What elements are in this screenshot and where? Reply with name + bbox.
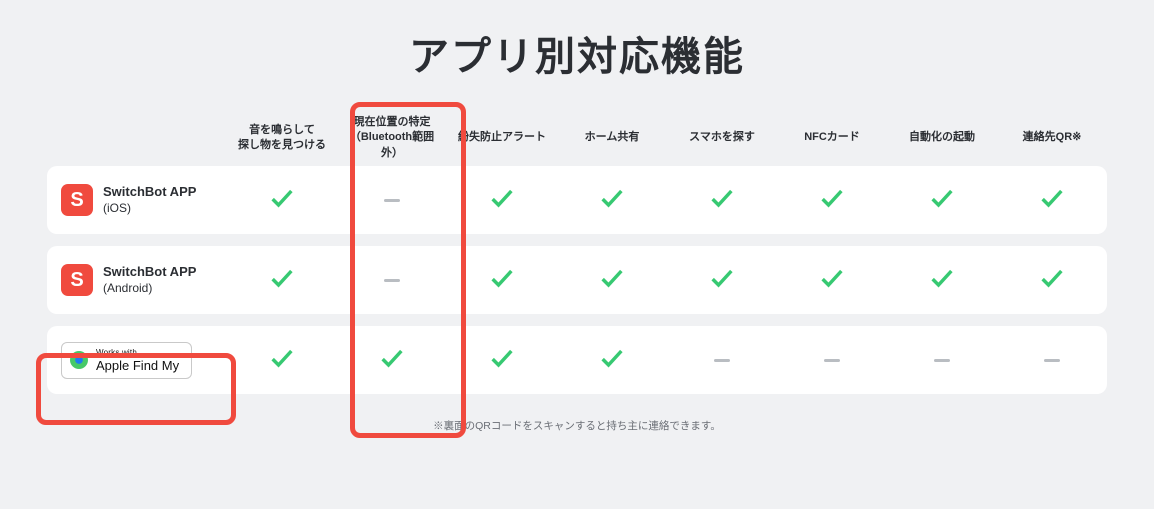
check-icon: [598, 184, 626, 217]
check-icon: [378, 344, 406, 377]
feature-cell: [227, 246, 337, 314]
feature-cell: [667, 246, 777, 314]
check-icon: [818, 184, 846, 217]
dash-icon: [714, 359, 730, 362]
page-title: アプリ別対応機能: [0, 0, 1154, 82]
dash-icon: [384, 199, 400, 202]
feature-cell: [557, 246, 667, 314]
feature-cell: [227, 166, 337, 234]
check-icon: [598, 264, 626, 297]
check-icon: [488, 344, 516, 377]
check-icon: [268, 344, 296, 377]
dash-icon: [384, 279, 400, 282]
check-icon: [268, 264, 296, 297]
feature-cell: [777, 326, 887, 394]
app-cell: S SwitchBot APP(iOS): [47, 166, 227, 234]
feature-cell: [997, 326, 1107, 394]
check-icon: [928, 264, 956, 297]
check-icon: [928, 184, 956, 217]
feature-cell: [557, 166, 667, 234]
apple-findmy-badge: Works with Apple Find My: [61, 342, 192, 379]
check-icon: [488, 264, 516, 297]
feature-cell: [997, 246, 1107, 314]
column-header: 連絡先QR※: [997, 110, 1107, 166]
feature-cell: [447, 166, 557, 234]
findmy-icon: [70, 351, 88, 369]
feature-cell: [227, 326, 337, 394]
findmy-works-label: Works with: [96, 349, 179, 357]
check-icon: [708, 184, 736, 217]
check-icon: [1038, 264, 1066, 297]
feature-cell: [777, 166, 887, 234]
feature-cell: [557, 326, 667, 394]
feature-cell: [667, 166, 777, 234]
column-header-empty: [47, 110, 227, 166]
check-icon: [598, 344, 626, 377]
switchbot-app-icon: S: [61, 184, 93, 216]
dash-icon: [824, 359, 840, 362]
findmy-text: Works with Apple Find My: [96, 349, 179, 372]
feature-cell: [667, 326, 777, 394]
icon-letter: S: [70, 189, 83, 212]
findmy-main-label: Apple Find My: [96, 359, 179, 372]
comparison-table: 音を鳴らして 探し物を見つける現在位置の特定 （Bluetooth範囲 外）紛失…: [47, 110, 1107, 406]
feature-cell: [337, 166, 447, 234]
feature-cell: [447, 326, 557, 394]
column-header: 自動化の起動: [887, 110, 997, 166]
column-header: 音を鳴らして 探し物を見つける: [227, 110, 337, 166]
icon-letter: S: [70, 269, 83, 292]
app-name: SwitchBot APP: [103, 184, 196, 200]
app-cell: S SwitchBot APP(Android): [47, 246, 227, 314]
column-header: 現在位置の特定 （Bluetooth範囲 外）: [337, 110, 447, 166]
feature-cell: [997, 166, 1107, 234]
column-header: ホーム共有: [557, 110, 667, 166]
app-cell: Works with Apple Find My: [47, 326, 227, 394]
check-icon: [1038, 184, 1066, 217]
switchbot-app-icon: S: [61, 264, 93, 296]
feature-cell: [447, 246, 557, 314]
feature-cell: [887, 326, 997, 394]
app-sub: (iOS): [103, 201, 196, 216]
dash-icon: [934, 359, 950, 362]
app-label: SwitchBot APP(iOS): [103, 184, 196, 215]
check-icon: [708, 264, 736, 297]
footnote: ※裏面のQRコードをスキャンすると持ち主に連絡できます。: [0, 418, 1154, 433]
column-header: 紛失防止アラート: [447, 110, 557, 166]
dash-icon: [1044, 359, 1060, 362]
feature-cell: [337, 246, 447, 314]
check-icon: [268, 184, 296, 217]
app-name: SwitchBot APP: [103, 264, 196, 280]
column-header: スマホを探す: [667, 110, 777, 166]
column-header: NFCカード: [777, 110, 887, 166]
feature-cell: [337, 326, 447, 394]
check-icon: [818, 264, 846, 297]
app-sub: (Android): [103, 281, 196, 296]
app-label: SwitchBot APP(Android): [103, 264, 196, 295]
check-icon: [488, 184, 516, 217]
feature-cell: [887, 246, 997, 314]
feature-cell: [777, 246, 887, 314]
feature-cell: [887, 166, 997, 234]
